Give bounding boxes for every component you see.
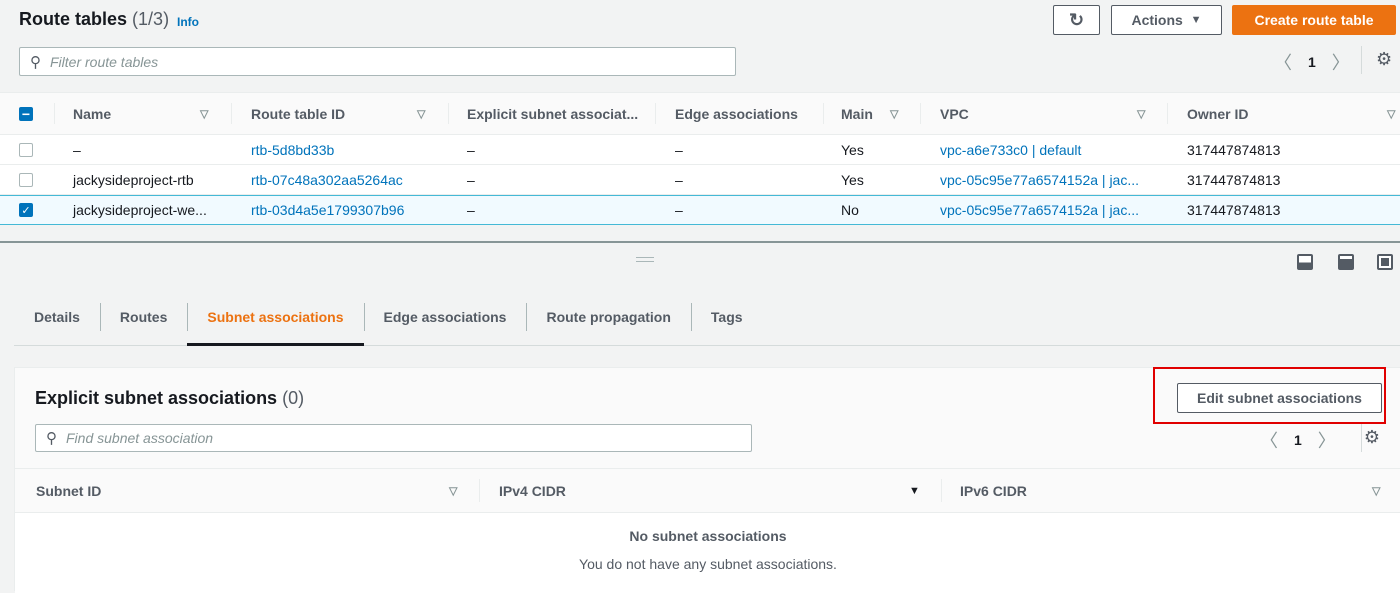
- col-route-table-id[interactable]: Route table ID: [251, 93, 345, 134]
- refresh-button[interactable]: ↻: [1053, 5, 1100, 35]
- cell-main: Yes: [841, 141, 864, 158]
- prev-page-icon[interactable]: 〈: [1260, 427, 1278, 453]
- cell-vpc[interactable]: vpc-a6e733c0 | default: [940, 135, 1081, 164]
- tab-tags[interactable]: Tags: [690, 300, 763, 334]
- row-checkbox[interactable]: [19, 142, 33, 157]
- col-ipv4-cidr[interactable]: IPv4 CIDR: [499, 469, 566, 512]
- cell-route-table-id[interactable]: rtb-07c48a302aa5264ac: [251, 165, 403, 194]
- cell-explicit: –: [467, 141, 475, 158]
- page-title: Route tables (1/3): [19, 9, 169, 30]
- col-vpc[interactable]: VPC: [940, 93, 969, 134]
- create-route-table-button[interactable]: Create route table: [1232, 5, 1396, 35]
- search-icon: ⚲: [46, 430, 57, 447]
- panel-title-text: Explicit subnet associations: [35, 388, 278, 408]
- filter-placeholder: Filter route tables: [50, 53, 159, 70]
- tab-details[interactable]: Details: [14, 300, 100, 334]
- sort-icon[interactable]: ▽: [417, 107, 425, 120]
- cell-name: –: [73, 141, 81, 158]
- cell-route-table-id[interactable]: rtb-5d8bd33b: [251, 135, 334, 164]
- cell-route-table-id[interactable]: rtb-03d4a5e1799307b96: [251, 196, 404, 224]
- next-page-icon[interactable]: 〉: [1332, 49, 1350, 75]
- sort-icon[interactable]: ▽: [890, 107, 898, 120]
- sort-icon[interactable]: ▽: [449, 484, 457, 497]
- pagination: 〈 1 〉: [1274, 49, 1350, 75]
- empty-text: You do not have any subnet associations.: [579, 556, 837, 572]
- divider: [1361, 46, 1362, 74]
- tab-subnet-associations[interactable]: Subnet associations: [187, 300, 364, 346]
- cell-owner-id: 317447874813: [1187, 202, 1281, 218]
- search-icon: ⚲: [30, 53, 41, 71]
- sort-icon[interactable]: ▽: [200, 107, 208, 120]
- sort-icon[interactable]: ▽: [1387, 107, 1395, 120]
- sort-icon[interactable]: ▽: [1137, 107, 1145, 120]
- cell-explicit: –: [467, 171, 475, 188]
- col-owner-id[interactable]: Owner ID: [1187, 93, 1248, 134]
- next-page-icon[interactable]: 〉: [1318, 427, 1336, 453]
- prev-page-icon[interactable]: 〈: [1274, 49, 1292, 75]
- select-all-checkbox[interactable]: −: [19, 106, 33, 122]
- edit-subnet-associations-button[interactable]: Edit subnet associations: [1177, 383, 1382, 413]
- table-row[interactable]: jackysideproject-rtb rtb-07c48a302aa5264a…: [0, 165, 1400, 195]
- caret-down-icon: ▼: [1190, 14, 1202, 26]
- row-checkbox[interactable]: ✓: [19, 203, 33, 217]
- detail-tabs: Details Routes Subnet associations Edge ass…: [14, 300, 1400, 346]
- panel-pagination: 〈 1 〉: [1260, 427, 1336, 453]
- search-placeholder: Find subnet association: [66, 430, 214, 446]
- refresh-icon: ↻: [1068, 9, 1085, 30]
- col-name[interactable]: Name: [73, 93, 111, 134]
- cell-edge: –: [675, 141, 683, 158]
- col-main[interactable]: Main: [841, 93, 873, 134]
- split-full-icon[interactable]: [1377, 254, 1393, 270]
- panel-title: Explicit subnet associations (0): [35, 388, 304, 409]
- settings-gear-icon[interactable]: ⚙: [1376, 49, 1392, 70]
- sort-icon[interactable]: ▽: [1372, 484, 1380, 497]
- title-text: Route tables: [19, 9, 128, 29]
- tab-route-propagation[interactable]: Route propagation: [526, 300, 690, 334]
- cell-explicit: –: [467, 202, 475, 218]
- page-number[interactable]: 1: [1308, 54, 1316, 70]
- row-checkbox[interactable]: [19, 172, 33, 187]
- subnet-associations-panel: Explicit subnet associations (0) Edit su…: [14, 367, 1400, 593]
- cell-main: No: [841, 202, 859, 218]
- page-number[interactable]: 1: [1294, 432, 1302, 448]
- settings-gear-icon[interactable]: ⚙: [1362, 427, 1382, 448]
- cell-vpc[interactable]: vpc-05c95e77a6574152a | jac...: [940, 196, 1139, 224]
- cell-owner-id: 317447874813: [1187, 141, 1281, 158]
- actions-button[interactable]: Actions ▼: [1111, 5, 1222, 35]
- selection-count: (1/3): [132, 9, 170, 29]
- drag-handle-icon[interactable]: [636, 257, 654, 262]
- route-table-header: − Name ▽ Route table ID ▽ Explicit subnet …: [0, 92, 1400, 135]
- cell-vpc[interactable]: vpc-05c95e77a6574152a | jac...: [940, 165, 1139, 194]
- col-edge-associations[interactable]: Edge associations: [675, 93, 798, 134]
- cell-edge: –: [675, 202, 683, 218]
- tab-routes[interactable]: Routes: [99, 300, 187, 334]
- cell-main: Yes: [841, 171, 864, 188]
- table-row[interactable]: ✓ jackysideproject-we... rtb-03d4a5e179930…: [0, 195, 1400, 225]
- subnet-table-header: Subnet ID ▽ IPv4 CIDR ▼ IPv6 CIDR ▽: [15, 468, 1400, 513]
- empty-state: No subnet associations You do not have a…: [15, 513, 1400, 593]
- empty-title: No subnet associations: [629, 528, 787, 544]
- split-bottom-icon[interactable]: [1297, 254, 1313, 270]
- actions-label: Actions: [1131, 12, 1183, 28]
- cell-edge: –: [675, 171, 683, 188]
- sort-icon[interactable]: ▼: [909, 485, 920, 497]
- split-half-icon[interactable]: [1338, 254, 1354, 270]
- cell-name: jackysideproject-we...: [73, 202, 207, 218]
- cell-owner-id: 317447874813: [1187, 171, 1281, 188]
- col-ipv6-cidr[interactable]: IPv6 CIDR: [960, 469, 1027, 512]
- filter-route-tables-input[interactable]: ⚲ Filter route tables: [19, 47, 736, 76]
- col-explicit-subnet[interactable]: Explicit subnet associat...: [467, 93, 638, 134]
- cell-name: jackysideproject-rtb: [73, 171, 194, 188]
- info-link[interactable]: Info: [177, 15, 199, 29]
- col-subnet-id[interactable]: Subnet ID: [36, 469, 101, 512]
- tab-edge-associations[interactable]: Edge associations: [363, 300, 527, 334]
- split-divider[interactable]: [0, 241, 1400, 243]
- panel-count: (0): [282, 388, 305, 408]
- find-subnet-association-input[interactable]: ⚲ Find subnet association: [35, 424, 752, 452]
- table-row[interactable]: – rtb-5d8bd33b – – Yes vpc-a6e733c0 | default…: [0, 135, 1400, 165]
